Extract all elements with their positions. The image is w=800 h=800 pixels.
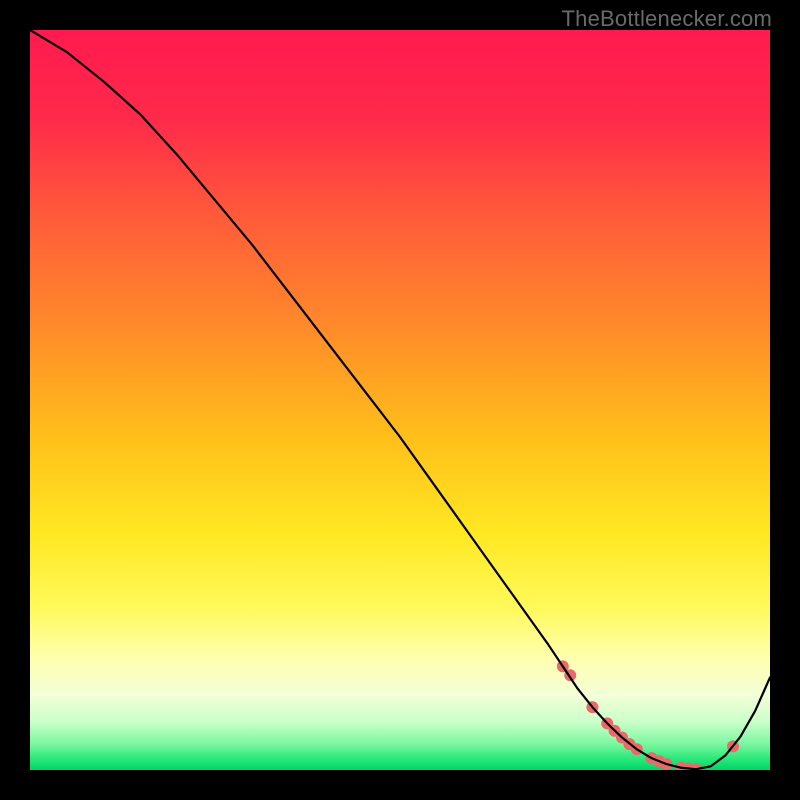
chart-plot-area bbox=[30, 30, 770, 770]
watermark-text: TheBottlenecker.com bbox=[562, 6, 772, 32]
gradient-background bbox=[30, 30, 770, 770]
chart-stage: TheBottlenecker.com bbox=[0, 0, 800, 800]
chart-svg bbox=[30, 30, 770, 770]
